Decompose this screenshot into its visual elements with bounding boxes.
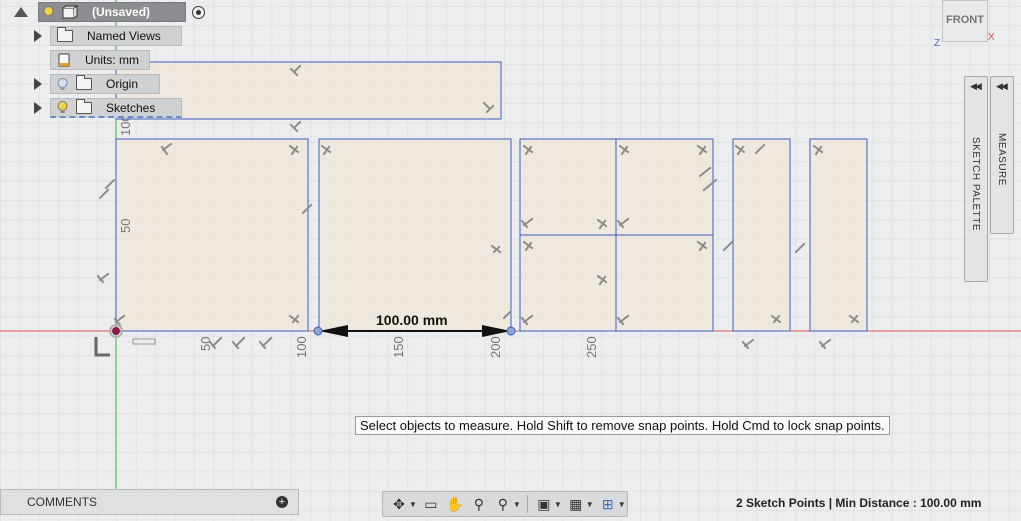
expand-triangle-icon[interactable] [34, 30, 42, 42]
component-icon [62, 5, 78, 19]
fit-zoom-icon[interactable]: ⚲ [493, 494, 513, 514]
lightbulb-icon[interactable] [57, 101, 68, 114]
ruler-left-50: 50 [118, 219, 133, 233]
add-comment-icon[interactable]: + [276, 496, 288, 508]
sketch-palette-label: SKETCH PALETTE [970, 137, 981, 232]
dimension-label: 100.00 mm [376, 312, 448, 328]
browser-panel: (Unsaved) Named Views Units: mm Origin S… [0, 0, 205, 120]
origin-chip: Origin [50, 74, 160, 94]
sketch-profiles[interactable] [115, 61, 868, 332]
collapse-arrows-icon[interactable]: ◀◀ [996, 81, 1008, 92]
activate-radio-icon[interactable] [192, 5, 205, 19]
collapse-triangle-icon[interactable] [14, 7, 28, 17]
browser-item-sketches[interactable]: Sketches [34, 98, 182, 118]
profile-panel-1[interactable] [115, 138, 309, 332]
units-label: Units: mm [85, 53, 139, 67]
sketches-chip: Sketches [50, 98, 182, 118]
ruler-bottom-150: 150 [391, 336, 406, 358]
snap-point-2[interactable] [506, 326, 516, 336]
separator [526, 495, 528, 513]
measure-tab[interactable]: ◀◀ MEASURE [990, 76, 1014, 234]
browser-root-row[interactable]: (Unsaved) [14, 2, 205, 22]
view-cube[interactable]: FRONT X Z [930, 0, 1000, 50]
axis-x-label: X [988, 32, 995, 43]
comments-panel[interactable]: COMMENTS + [0, 489, 299, 515]
lightbulb-off-icon[interactable] [57, 77, 68, 91]
snap-point-1[interactable] [313, 326, 323, 336]
browser-item-units[interactable]: Units: mm [50, 50, 150, 70]
viewports-icon[interactable]: ⊞ [598, 494, 618, 514]
profile-panel-3b[interactable] [615, 138, 714, 236]
root-label: (Unsaved) [92, 5, 151, 19]
profile-panel-2[interactable] [318, 138, 512, 332]
named-views-label: Named Views [87, 29, 161, 43]
expand-triangle-icon[interactable] [34, 78, 42, 90]
grid-icon[interactable]: ▦ [566, 494, 586, 514]
measure-status: 2 Sketch Points | Min Distance : 100.00 … [736, 496, 982, 510]
profile-panel-3a[interactable] [519, 138, 617, 236]
measure-tooltip: Select objects to measure. Hold Shift to… [355, 416, 890, 435]
chevron-down-icon[interactable]: ▼ [554, 500, 562, 509]
ruler-bottom-200: 200 [488, 336, 503, 358]
ruler-bottom-250: 250 [584, 336, 599, 358]
orbit-icon[interactable]: ✥ [389, 494, 409, 514]
collapse-arrows-icon[interactable]: ◀◀ [970, 81, 982, 92]
chevron-down-icon[interactable]: ▼ [409, 500, 417, 509]
look-at-icon[interactable]: ▭ [421, 494, 441, 514]
browser-item-origin[interactable]: Origin [34, 74, 160, 94]
expand-triangle-icon[interactable] [34, 102, 42, 114]
sketches-label: Sketches [106, 100, 156, 115]
bottom-bar: COMMENTS + ✥ ▼ ▭ ✋ ⚲ ⚲ ▼ ▣ ▼ ▦ ▼ ⊞ ▼ 2 Sketch… [0, 489, 1021, 521]
view-cube-face[interactable]: FRONT [942, 0, 988, 42]
measure-label: MEASURE [996, 133, 1007, 186]
zoom-icon[interactable]: ⚲ [469, 494, 489, 514]
folder-icon [76, 98, 92, 114]
document-ruler-icon [58, 53, 70, 67]
origin-label: Origin [106, 77, 139, 91]
named-views-chip: Named Views [50, 26, 182, 46]
folder-icon [76, 75, 92, 90]
chevron-down-icon[interactable]: ▼ [618, 500, 626, 509]
comments-label: COMMENTS [27, 495, 97, 509]
profile-panel-4[interactable] [732, 138, 791, 332]
browser-item-named-views[interactable]: Named Views [34, 26, 182, 46]
chevron-down-icon[interactable]: ▼ [513, 500, 521, 509]
units-chip: Units: mm [50, 50, 150, 70]
profile-panel-3d[interactable] [615, 234, 714, 332]
ruler-bottom-50: 50 [198, 337, 213, 351]
chevron-down-icon[interactable]: ▼ [586, 500, 594, 509]
sketch-palette-tab[interactable]: ◀◀ SKETCH PALETTE [964, 76, 988, 282]
browser-root-chip[interactable]: (Unsaved) [38, 2, 186, 22]
ruler-bottom-100: 100 [294, 336, 309, 358]
display-settings-icon[interactable]: ▣ [534, 494, 554, 514]
origin-l-icon [94, 337, 110, 357]
folder-icon [57, 27, 73, 42]
lightbulb-icon[interactable] [43, 5, 54, 19]
profile-panel-5[interactable] [809, 138, 868, 332]
pan-hand-icon[interactable]: ✋ [445, 494, 465, 514]
axis-z-label: Z [934, 38, 941, 49]
navigation-bar: ✥ ▼ ▭ ✋ ⚲ ⚲ ▼ ▣ ▼ ▦ ▼ ⊞ ▼ [382, 491, 628, 517]
ruler-glyph [132, 338, 156, 345]
